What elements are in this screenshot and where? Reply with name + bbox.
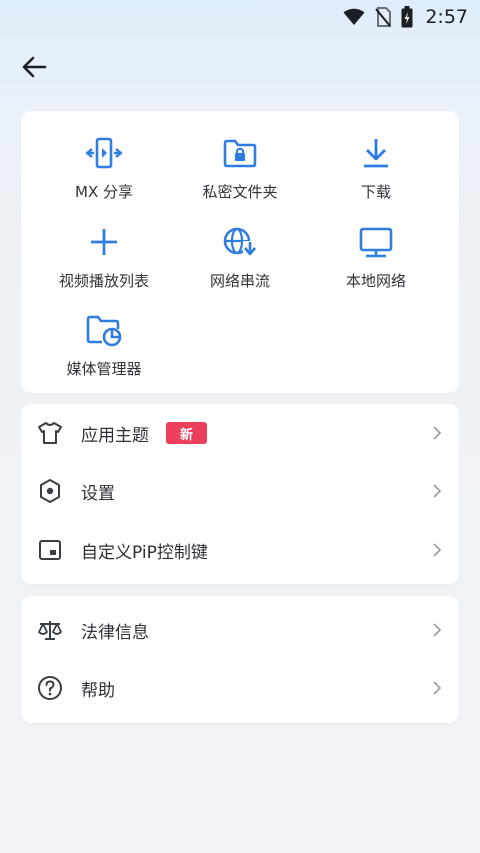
- preferences-card: 应用主题 新 设置 自定义PiP控制键: [21, 404, 459, 584]
- grid-label: 本地网络: [345, 272, 406, 290]
- share-icon: [84, 133, 124, 173]
- chevron-right-icon: [433, 484, 443, 498]
- folder-chart-icon: [84, 310, 124, 350]
- hexagon-icon: [37, 478, 63, 504]
- grid-item-local-network[interactable]: 本地网络: [303, 222, 449, 302]
- grid-item-private-folder[interactable]: 私密文件夹: [167, 133, 313, 213]
- menu-label: 帮助: [81, 680, 115, 701]
- grid-label: 私密文件夹: [202, 183, 278, 201]
- quick-actions-card: MX 分享 私密文件夹 下载 视频播放列表 网络串流 本地网络 媒体管理器: [21, 111, 459, 393]
- lock-folder-icon: [220, 133, 260, 173]
- menu-label: 法律信息: [81, 622, 149, 643]
- menu-item-legal-info[interactable]: 法律信息: [21, 601, 459, 659]
- grid-label: 媒体管理器: [66, 360, 142, 378]
- info-card: 法律信息 帮助: [21, 596, 459, 723]
- menu-label: 应用主题: [81, 425, 149, 446]
- wifi-icon: [343, 8, 365, 26]
- monitor-icon: [356, 222, 396, 262]
- menu-label: 设置: [81, 483, 115, 504]
- menu-label: 自定义PiP控制键: [81, 542, 208, 563]
- grid-item-media-manager[interactable]: 媒体管理器: [31, 310, 177, 390]
- chevron-right-icon: [433, 623, 443, 637]
- no-sim-icon: [375, 7, 392, 27]
- back-button[interactable]: [14, 52, 54, 86]
- grid-label: MX 分享: [75, 183, 133, 201]
- help-icon: [37, 675, 63, 701]
- grid-label: 下载: [360, 183, 391, 201]
- grid-item-mx-share[interactable]: MX 分享: [31, 133, 177, 213]
- menu-item-app-theme[interactable]: 应用主题 新: [21, 404, 459, 462]
- shirt-icon: [37, 420, 63, 446]
- grid-item-download[interactable]: 下载: [303, 133, 449, 213]
- plus-icon: [84, 222, 124, 262]
- globe-download-icon: [220, 222, 260, 262]
- chevron-right-icon: [433, 681, 443, 695]
- new-badge: 新: [166, 422, 208, 444]
- status-time: 2:57: [425, 6, 468, 28]
- menu-item-custom-pip[interactable]: 自定义PiP控制键: [21, 521, 459, 579]
- download-icon: [356, 133, 396, 173]
- pip-icon: [37, 537, 63, 563]
- grid-label: 视频播放列表: [58, 272, 149, 290]
- scale-icon: [37, 617, 63, 643]
- chevron-right-icon: [433, 426, 443, 440]
- menu-item-settings[interactable]: 设置: [21, 462, 459, 520]
- grid-item-video-playlist[interactable]: 视频播放列表: [31, 222, 177, 302]
- menu-item-help[interactable]: 帮助: [21, 659, 459, 717]
- status-bar: 2:57: [0, 0, 480, 34]
- arrow-left-icon: [21, 56, 47, 82]
- grid-label: 网络串流: [209, 272, 270, 290]
- grid-item-network-stream[interactable]: 网络串流: [167, 222, 313, 302]
- chevron-right-icon: [433, 543, 443, 557]
- battery-charging-icon: [401, 6, 413, 28]
